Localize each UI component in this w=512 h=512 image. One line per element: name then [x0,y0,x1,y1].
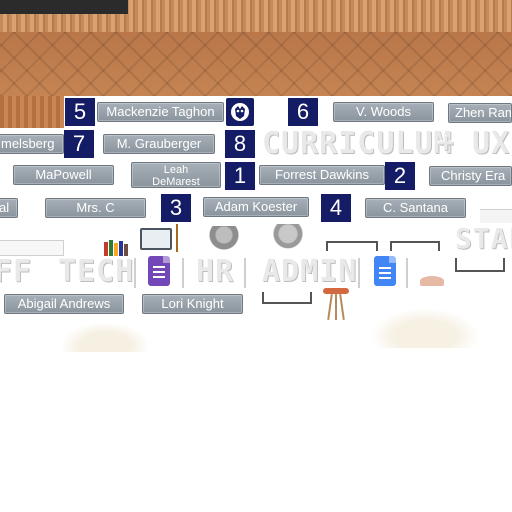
heading-staff-right: STAF [455,222,512,255]
heading-curriculum: CURRICULUM [262,126,453,161]
nameplate-leah-demarest[interactable]: Leah DeMarest [131,162,221,188]
room-number-6[interactable]: 6 [288,98,318,126]
google-forms-icon[interactable] [148,256,170,286]
heading-tech: TECH [58,254,135,289]
heading-ux: UX [472,126,511,161]
mascot-logo-icon[interactable] [226,98,254,126]
room-number-2[interactable]: 2 [385,162,415,190]
nameplate-abigail-andrews[interactable]: Abigail Andrews [4,294,124,314]
heading-hr: HR [196,254,235,289]
google-docs-icon[interactable] [374,256,396,286]
leah-line-1: Leah [163,164,189,176]
room-number-1[interactable]: 1 [225,162,255,190]
divider [358,258,360,288]
wood-floor-bottom [0,96,64,128]
divider [134,258,136,288]
nameplate-melsberg[interactable]: melsberg [0,134,64,154]
nameplate-zhen-ram[interactable]: Zhen Ram [448,103,512,123]
nameplate-lori-knight[interactable]: Lori Knight [142,294,243,314]
nameplate-mackenzie-taghon[interactable]: Mackenzie Taghon [97,102,224,122]
nameplate-m-grauberger[interactable]: M. Grauberger [103,134,215,154]
leah-line-2: DeMarest [152,176,200,188]
picture-frame [390,241,440,251]
picture-frame [326,241,378,251]
bowl-icon [420,276,444,286]
statue-icon [206,226,242,256]
room-number-4[interactable]: 4 [321,194,351,222]
floor-shadow [370,308,480,348]
wood-floor-top [0,0,512,32]
room-number-8[interactable]: 8 [225,130,255,158]
nameplate-mapowell[interactable]: MaPowell [13,165,114,185]
room-number-7[interactable]: 7 [64,130,94,158]
nameplate-v-woods[interactable]: V. Woods [333,102,434,122]
room-number-3[interactable]: 3 [161,194,191,222]
heading-staff-left: FF [0,254,33,289]
shelf [480,209,512,223]
nameplate-c-santana[interactable]: C. Santana [365,198,466,218]
divider [182,258,184,288]
stool-icon [323,288,349,321]
bust-icon [270,224,306,252]
floor-shadow [60,322,150,352]
nameplate-left-edge[interactable]: al [0,198,18,218]
room-number-5[interactable]: 5 [65,98,95,126]
nameplate-forrest-dawkins[interactable]: Forrest Dawkins [259,165,385,185]
nameplate-mrs-c[interactable]: Mrs. C [45,198,146,218]
nameplate-adam-koester[interactable]: Adam Koester [203,197,309,217]
picture-frame [455,258,505,272]
computer-icon [140,228,172,250]
nameplate-christy-era[interactable]: Christy Era [429,166,512,186]
heading-admin: ADMIN [262,254,358,289]
wood-floor-middle [0,32,512,96]
desk-lamp-icon [176,224,188,252]
heading-plus: + [438,128,455,158]
divider [244,258,246,288]
picture-frame [262,292,312,304]
divider [406,258,408,288]
